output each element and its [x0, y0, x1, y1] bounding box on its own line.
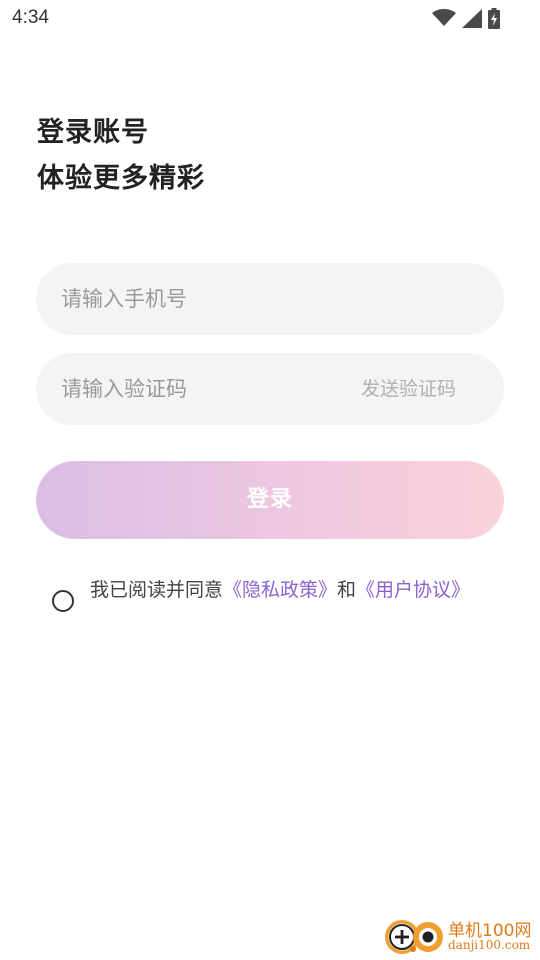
watermark: 单机100网 danji100.com: [384, 914, 534, 958]
agreement-text: 我已阅读并同意《隐私政策》和《用户协议》: [90, 577, 480, 603]
send-code-button[interactable]: 发送验证码: [361, 353, 456, 425]
page-title: 登录账号: [37, 117, 149, 148]
signal-icon: [462, 8, 482, 28]
watermark-url: danji100.com: [448, 938, 531, 952]
agreement-prefix: 我已阅读并同意: [90, 579, 224, 601]
status-icons: [432, 7, 500, 29]
battery-charging-icon: [488, 7, 500, 29]
login-button[interactable]: 登录: [36, 461, 504, 539]
wifi-icon: [432, 9, 456, 26]
privacy-policy-link[interactable]: 《隐私政策》: [223, 579, 337, 601]
status-time: 4:34: [12, 7, 49, 28]
agreement-conjunction: 和: [337, 579, 357, 601]
status-bar: 4:34: [0, 0, 540, 38]
phone-field[interactable]: [36, 263, 504, 335]
watermark-logo-icon: [385, 920, 443, 954]
code-input[interactable]: [61, 353, 331, 425]
code-field[interactable]: 发送验证码: [36, 353, 504, 425]
page-subtitle: 体验更多精彩: [37, 163, 205, 194]
agree-checkbox[interactable]: [52, 590, 74, 612]
phone-input[interactable]: [61, 263, 481, 335]
user-agreement-link[interactable]: 《用户协议》: [356, 579, 470, 601]
